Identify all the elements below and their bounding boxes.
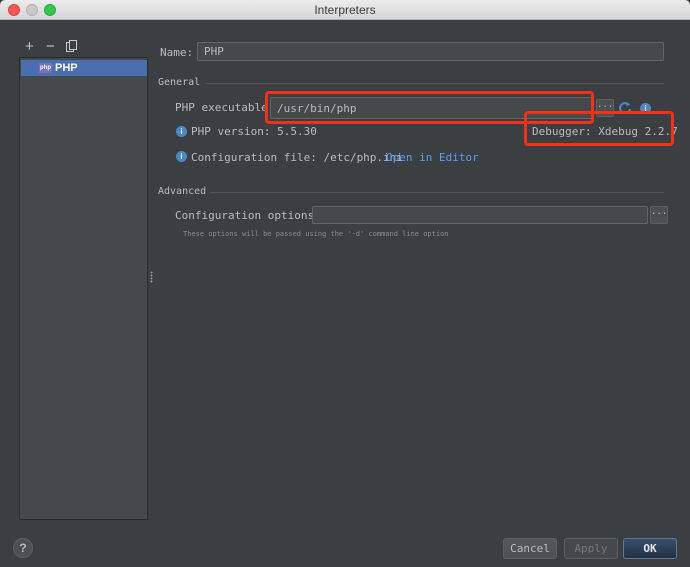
advanced-divider: [210, 192, 664, 193]
php-version-text: PHP version: 5.5.30: [191, 125, 317, 138]
general-divider: [206, 83, 664, 84]
list-item-label: PHP: [55, 62, 78, 74]
config-options-label: Configuration options:: [175, 209, 321, 222]
name-input[interactable]: PHP: [197, 42, 664, 61]
help-icon[interactable]: ?: [13, 538, 33, 558]
php-executable-label: PHP executable:: [175, 101, 275, 114]
remove-icon[interactable]: −: [46, 39, 55, 54]
window-title: Interpreters: [314, 3, 376, 17]
config-options-hint: These options will be passed using the '…: [183, 230, 449, 238]
ok-button[interactable]: OK: [623, 538, 677, 559]
interpreter-list: php PHP: [19, 57, 148, 520]
debugger-highlight-box: [524, 111, 674, 146]
browse-options-button[interactable]: ...: [650, 206, 668, 224]
apply-button[interactable]: Apply: [564, 538, 618, 559]
php-icon: php: [39, 63, 52, 73]
name-label: Name:: [160, 46, 194, 59]
list-item-php[interactable]: php PHP: [21, 60, 147, 76]
info-icon: i: [176, 151, 187, 162]
title-bar: Interpreters: [0, 0, 690, 20]
config-file-text: Configuration file: /etc/php.ini: [191, 151, 403, 164]
info-icon: i: [176, 126, 187, 137]
config-options-input[interactable]: [312, 206, 648, 224]
add-icon[interactable]: +: [25, 39, 34, 54]
general-section-title: General: [158, 77, 201, 88]
copy-icon[interactable]: [66, 40, 78, 53]
advanced-section-title: Advanced: [158, 186, 207, 197]
open-in-editor-link[interactable]: Open in Editor: [386, 151, 479, 164]
splitter-handle[interactable]: [150, 271, 153, 283]
cancel-button[interactable]: Cancel: [503, 538, 557, 559]
